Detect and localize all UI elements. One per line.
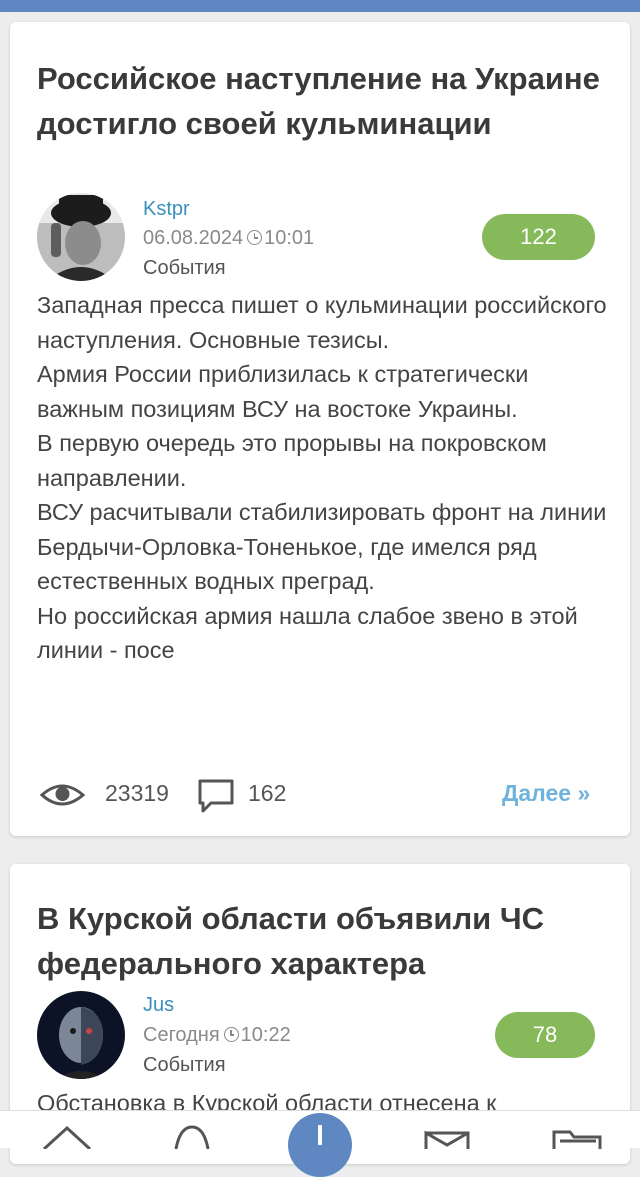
post-card: Российское наступление на Украине достиг… [10,22,630,836]
clock-icon [223,1027,239,1042]
post-date: 06.08.2024 [143,227,244,249]
post-category[interactable]: События [143,257,226,280]
post-title[interactable]: Российское наступление на Украине достиг… [37,56,600,146]
egg-icon[interactable] [172,1125,212,1149]
home-icon[interactable] [42,1125,92,1149]
post-category[interactable]: События [143,1054,226,1077]
avatar[interactable] [37,991,125,1079]
post-date: Сегодня [143,1024,220,1046]
clock-icon [247,230,263,245]
eye-icon [40,784,85,806]
top-accent-bar [0,0,640,12]
post-title[interactable]: В Курской области объявили ЧС федерально… [37,896,600,986]
post-time: 10:01 [264,227,315,249]
folder-icon[interactable] [552,1129,602,1149]
comments-count[interactable]: 162 [248,780,286,807]
comment-icon [198,779,234,813]
read-more-link[interactable]: Далее » [502,780,590,807]
post-author[interactable]: Kstpr [143,198,190,221]
mail-icon[interactable] [424,1131,470,1149]
post-time: 10:22 [240,1024,291,1046]
rating-badge[interactable]: 122 [482,214,595,260]
post-datetime: 06.08.2024 10:01 [143,227,314,250]
post-author[interactable]: Jus [143,994,174,1017]
post-body: Западная пресса пишет о кульминации росс… [37,292,607,663]
rating-badge[interactable]: 78 [495,1012,595,1058]
add-icon[interactable] [288,1113,352,1177]
views-count: 23319 [105,780,169,806]
avatar[interactable] [37,193,125,281]
post-datetime: Сегодня 10:22 [143,1024,291,1047]
